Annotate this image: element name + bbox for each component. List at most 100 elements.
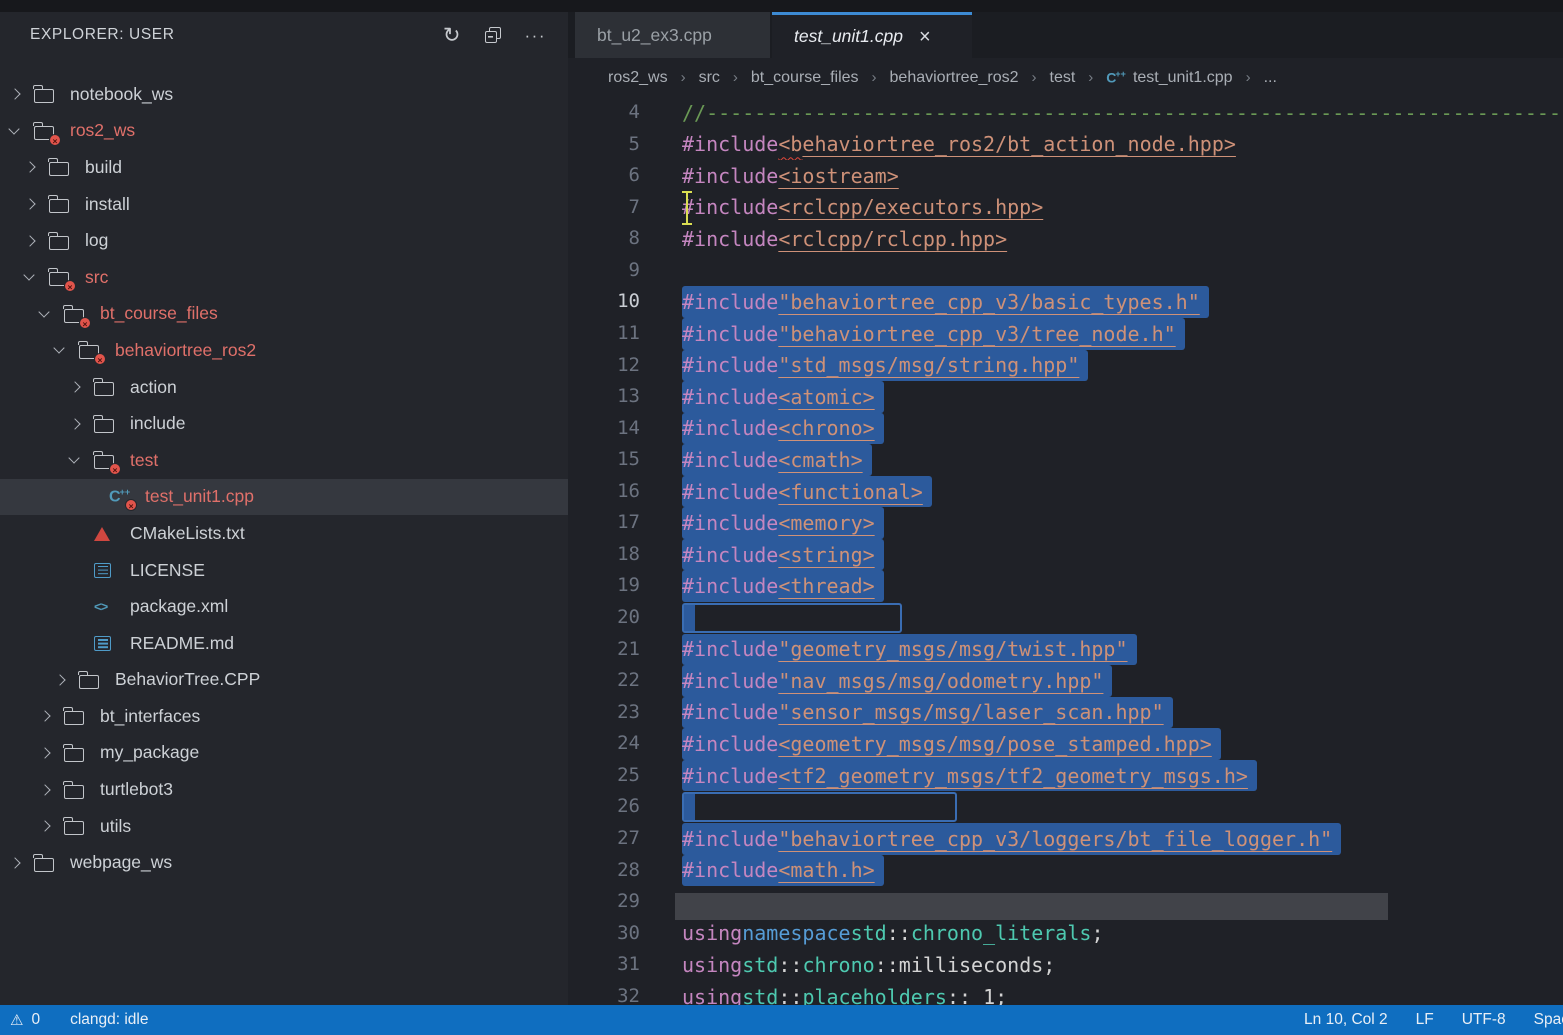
breadcrumb-overflow[interactable]: ... (1264, 69, 1277, 87)
file-tree: notebook_ws×ros2_wsbuildinstalllog×src×b… (0, 76, 568, 881)
status-encoding[interactable]: UTF-8 (1462, 1011, 1506, 1029)
status-left: ⚠ 0 clangd: idle (0, 1011, 149, 1029)
code-line-32[interactable]: 32using std::placeholders::_1; (568, 981, 1563, 1005)
code-line-28[interactable]: 28#include <math.h> (568, 855, 1563, 887)
tree-item-label: include (130, 413, 185, 434)
selection-highlight: #include "nav_msgs/msg/odometry.hpp" (682, 665, 1112, 697)
code-line-20[interactable]: 20 (568, 602, 1563, 634)
tree-item-label: LICENSE (130, 560, 205, 581)
line-number: 18 (568, 539, 640, 571)
code-line-11[interactable]: 11#include "behaviortree_cpp_v3/tree_nod… (568, 318, 1563, 350)
tree-item-webpage_ws[interactable]: webpage_ws (0, 844, 568, 881)
folder-icon (64, 711, 84, 725)
code-line-26[interactable]: 26 (568, 791, 1563, 823)
code-line-27[interactable]: 27#include "behaviortree_cpp_v3/loggers/… (568, 823, 1563, 855)
tree-item-log[interactable]: log (0, 222, 568, 259)
horizontal-scrollbar[interactable] (675, 893, 1388, 920)
breadcrumb-item-src[interactable]: src (699, 69, 720, 87)
tree-item-BehaviorTree.CPP[interactable]: BehaviorTree.CPP (0, 662, 568, 699)
tab-test_unit1[interactable]: test_unit1.cpp × (772, 12, 972, 58)
code-line-5[interactable]: 5#include <behaviortree_ros2/bt_action_n… (568, 129, 1563, 161)
tree-item-src[interactable]: ×src (0, 259, 568, 296)
breadcrumb-item-file[interactable]: C++test_unit1.cpp (1106, 69, 1232, 87)
tree-item-notebook_ws[interactable]: notebook_ws (0, 76, 568, 113)
breadcrumb-item-ros2_ws[interactable]: ros2_ws (608, 69, 668, 87)
status-indentation[interactable]: Spac (1534, 1011, 1563, 1029)
code-line-30[interactable]: 30using namespace std::chrono_literals; (568, 918, 1563, 950)
code-line-14[interactable]: 14#include <chrono> (568, 413, 1563, 445)
more-actions-icon[interactable]: ··· (525, 27, 546, 44)
problem-badge-icon: × (49, 134, 61, 146)
tree-item-utils[interactable]: utils (0, 808, 568, 845)
line-number: 17 (568, 507, 640, 539)
refresh-icon[interactable]: ↻ (443, 25, 461, 46)
tree-item-bt_interfaces[interactable]: bt_interfaces (0, 698, 568, 735)
code-line-6[interactable]: 6#include <iostream> (568, 160, 1563, 192)
code-line-9[interactable]: 9 (568, 255, 1563, 287)
tree-item-turtlebot3[interactable]: turtlebot3 (0, 771, 568, 808)
tree-item-install[interactable]: install (0, 186, 568, 223)
code-line-content: using std::placeholders::_1; (682, 981, 1563, 1005)
code-line-17[interactable]: 17#include <memory> (568, 507, 1563, 539)
tree-item-ros2_ws[interactable]: ×ros2_ws (0, 113, 568, 150)
breadcrumb: ros2_ws›src›bt_course_files›behaviortree… (568, 58, 1563, 97)
breadcrumb-item-test[interactable]: test (1050, 69, 1076, 87)
tree-item-README.md[interactable]: README.md (0, 625, 568, 662)
tab-bt_u2_ex3[interactable]: bt_u2_ex3.cpp (575, 12, 770, 58)
tree-item-my_package[interactable]: my_package (0, 735, 568, 772)
tree-item-bt_course_files[interactable]: ×bt_course_files (0, 296, 568, 333)
code-area[interactable]: 4//-------------------------------------… (568, 97, 1563, 1005)
code-line-12[interactable]: 12#include "std_msgs/msg/string.hpp" (568, 350, 1563, 382)
folder-icon (64, 748, 84, 762)
code-line-10[interactable]: 10#include "behaviortree_cpp_v3/basic_ty… (568, 286, 1563, 318)
code-line-13[interactable]: 13#include <atomic> (568, 381, 1563, 413)
warning-icon[interactable]: ⚠ (10, 1011, 23, 1029)
code-line-25[interactable]: 25#include <tf2_geometry_msgs/tf2_geomet… (568, 760, 1563, 792)
tree-item-test_unit1.cpp[interactable]: C++×test_unit1.cpp (0, 479, 568, 516)
code-line-content: #include <string> (682, 539, 1563, 571)
code-line-16[interactable]: 16#include <functional> (568, 476, 1563, 508)
tree-item-build[interactable]: build (0, 149, 568, 186)
close-icon[interactable]: × (919, 27, 931, 47)
chevron-right-icon (25, 200, 49, 208)
code-line-18[interactable]: 18 #include <string> (568, 539, 1563, 571)
folder-icon (64, 821, 84, 835)
explorer-title: EXPLORER: USER (30, 26, 443, 44)
status-cursor-position[interactable]: Ln 10, Col 2 (1304, 1011, 1388, 1029)
tree-item-LICENSE[interactable]: LICENSE (0, 552, 568, 589)
line-number: 7 (568, 192, 640, 224)
code-line-23[interactable]: 23#include "sensor_msgs/msg/laser_scan.h… (568, 697, 1563, 729)
collapse-folders-icon[interactable] (485, 27, 501, 43)
selection-highlight: #include "sensor_msgs/msg/laser_scan.hpp… (682, 697, 1173, 729)
tree-item-test[interactable]: ×test (0, 442, 568, 479)
code-line-24[interactable]: 24#include <geometry_msgs/msg/pose_stamp… (568, 728, 1563, 760)
code-line-7[interactable]: 7#include <rclcpp/executors.hpp> (568, 192, 1563, 224)
line-number: 27 (568, 823, 640, 855)
selection-highlight: #include "behaviortree_cpp_v3/basic_type… (682, 286, 1209, 318)
code-line-content: #include <thread> (682, 570, 1563, 602)
tree-item-CMakeLists.txt[interactable]: CMakeLists.txt (0, 515, 568, 552)
tree-item-include[interactable]: include (0, 405, 568, 442)
breadcrumb-item-bt_course_files[interactable]: bt_course_files (751, 69, 859, 87)
language-server-status[interactable]: clangd: idle (70, 1011, 148, 1029)
code-line-19[interactable]: 19#include <thread> (568, 570, 1563, 602)
status-eol-sequence[interactable]: LF (1416, 1011, 1434, 1029)
code-line-22[interactable]: 22#include "nav_msgs/msg/odometry.hpp" (568, 665, 1563, 697)
warning-count[interactable]: 0 (31, 1011, 40, 1029)
code-line-31[interactable]: 31using std::chrono::milliseconds; (568, 949, 1563, 981)
code-line-15[interactable]: 15#include <cmath> (568, 444, 1563, 476)
folder-icon (49, 236, 69, 250)
selection-highlight: #include "behaviortree_cpp_v3/tree_node.… (682, 318, 1185, 350)
problem-badge-icon: × (94, 353, 106, 365)
code-line-content: #include <chrono> (682, 413, 1563, 445)
breadcrumb-separator-icon: › (1088, 69, 1093, 86)
tree-item-action[interactable]: action (0, 369, 568, 406)
tree-item-label: package.xml (130, 596, 228, 617)
tree-item-package.xml[interactable]: <>package.xml (0, 588, 568, 625)
line-number: 25 (568, 760, 640, 792)
code-line-4[interactable]: 4//-------------------------------------… (568, 97, 1563, 129)
breadcrumb-item-behaviortree_ros2[interactable]: behaviortree_ros2 (890, 69, 1019, 87)
code-line-21[interactable]: 21#include "geometry_msgs/msg/twist.hpp" (568, 634, 1563, 666)
code-line-8[interactable]: 8#include <rclcpp/rclcpp.hpp> (568, 223, 1563, 255)
tree-item-behaviortree_ros2[interactable]: ×behaviortree_ros2 (0, 332, 568, 369)
